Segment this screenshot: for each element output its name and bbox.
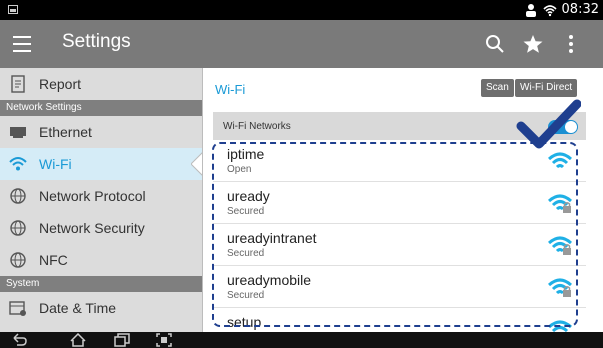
sidebar-item-ethernet[interactable]: Ethernet [0,116,202,148]
list-item[interactable]: uready Secured [213,182,586,224]
wifi-icon [9,157,27,171]
page-title: Settings [62,31,131,52]
network-ssid: setup [227,314,262,330]
checkmark-annotation-icon [516,99,581,149]
person-icon [525,3,536,17]
globe-icon [10,252,26,268]
network-list: iptime Open uready Secured ureadyintrane… [213,140,586,332]
wifi-locked-icon [548,278,572,297]
report-icon [11,75,25,93]
sidebar-item-date-time[interactable]: Date & Time [0,292,202,324]
app-bar: Settings [0,20,603,72]
recents-icon[interactable] [114,333,130,347]
search-icon[interactable] [484,33,506,55]
star-icon[interactable] [522,33,544,55]
wifi-icon [542,4,557,16]
sidebar: Report Network Settings Ethernet Wi-Fi N… [0,68,202,332]
wifi-locked-icon [548,194,572,213]
screenshot-icon[interactable] [156,333,172,347]
sidebar-item-label: Date & Time [39,300,117,316]
sidebar-item-wifi[interactable]: Wi-Fi [0,148,202,180]
network-ssid: ureadymobile [227,272,312,288]
sidebar-item-label: Ethernet [39,124,92,140]
network-security: Open [227,164,252,175]
wifi-signal-icon [548,320,572,332]
menu-icon[interactable] [13,36,31,52]
network-security: Secured [227,290,265,301]
more-vert-icon[interactable] [560,33,582,55]
wifi-direct-button[interactable]: Wi-Fi Direct [515,79,578,97]
navigation-bar [0,332,603,348]
status-bar: 08:32 [0,0,603,20]
ethernet-icon [10,127,26,138]
globe-icon [10,220,26,236]
wifi-networks-label: Wi-Fi Networks [223,121,291,132]
network-ssid: ureadyintranet [227,230,317,246]
sidebar-item-report[interactable]: Report [0,68,202,100]
back-icon[interactable] [12,333,28,347]
network-ssid: uready [227,188,270,204]
list-item[interactable]: setup [213,308,586,332]
scan-button[interactable]: Scan [481,79,514,97]
sidebar-item-network-protocol[interactable]: Network Protocol [0,180,202,212]
list-item[interactable]: ureadymobile Secured [213,266,586,308]
sidebar-item-label: NFC [39,252,68,268]
sidebar-section-system: System [0,276,202,292]
sidebar-item-label: Network Security [39,220,145,236]
list-item[interactable]: ureadyintranet Secured [213,224,586,266]
home-icon[interactable] [70,333,86,347]
sidebar-item-nfc[interactable]: NFC [0,244,202,276]
sidebar-item-label: Wi-Fi [39,156,72,172]
globe-icon [10,188,26,204]
sidebar-item-label: Report [39,76,82,92]
wifi-locked-icon [548,236,572,255]
selected-arrow [191,152,202,176]
network-ssid: iptime [227,146,265,162]
wifi-panel: Wi-Fi Scan Wi-Fi Direct Wi-Fi Networks i… [202,68,603,332]
sidebar-item-network-security[interactable]: Network Security [0,212,202,244]
status-time: 08:32 [561,2,599,17]
sidebar-item-label: Network Protocol [39,188,146,204]
wifi-signal-icon [548,152,572,169]
calendar-icon [9,301,26,316]
notification-icon [8,5,18,14]
panel-heading: Wi-Fi [215,82,246,97]
network-security: Secured [227,248,265,259]
network-security: Secured [227,206,265,217]
sidebar-section-network: Network Settings [0,100,202,116]
